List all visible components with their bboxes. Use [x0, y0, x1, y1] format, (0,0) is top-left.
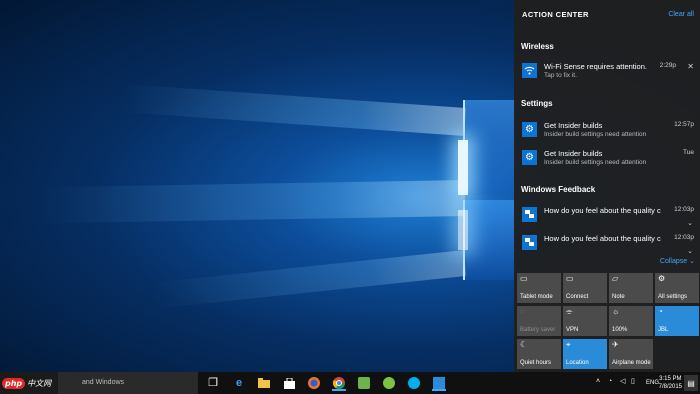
collapse-label: Collapse	[659, 258, 688, 265]
green-app-icon[interactable]	[382, 376, 396, 390]
notification-insider-builds-2[interactable]: ⚙ Get Insider builds Insider build setti…	[514, 146, 700, 170]
search-placeholder: and Windows	[82, 379, 125, 386]
notification-title: Get Insider builds	[544, 149, 603, 158]
gear-icon: ⚙	[522, 150, 537, 165]
notification-title: Wi-Fi Sense requires attention.	[544, 62, 647, 71]
quick-action-all-settings[interactable]: ⚙ All settings	[655, 273, 699, 303]
brightness-icon: ☼	[612, 307, 620, 316]
action-center-title: ACTION CENTER	[522, 10, 589, 19]
quick-action-quiet-hours[interactable]: ☾ Quiet hours	[517, 339, 561, 369]
clock-time: 3:15 PM	[659, 376, 682, 382]
quick-action-wifi[interactable]: ◔ JBL	[655, 306, 699, 336]
gear-icon: ⚙	[522, 122, 537, 137]
notification-feedback-1[interactable]: How do you feel about the quality c 12:0…	[514, 203, 700, 227]
settings-icon: ⚙	[658, 274, 666, 283]
quick-action-label: All settings	[658, 294, 688, 300]
notification-title: Get Insider builds	[544, 121, 603, 130]
quick-action-brightness[interactable]: ☼ 100%	[609, 306, 653, 336]
watermark-part2: 中文网	[27, 378, 52, 388]
notification-time: 12:57p	[674, 121, 694, 128]
notification-time: 2:29p	[659, 62, 676, 69]
notification-title: How do you feel about the quality c	[544, 206, 661, 215]
task-view-icon[interactable]: ❐	[206, 376, 220, 390]
battery-icon[interactable]: ▯	[631, 378, 635, 385]
taskbar: php 中文网 and Windows ❐ e ˄ ◔ ◁ ▯ ENG 3:15…	[0, 372, 700, 394]
clock[interactable]: 3:15 PM 7/8/2015	[659, 375, 682, 391]
wifi-icon[interactable]: ◔	[608, 378, 612, 385]
firefox-icon[interactable]	[307, 376, 321, 390]
quick-action-label: Location	[566, 360, 589, 366]
action-center-button[interactable]: ▤	[684, 375, 698, 391]
quick-action-connect[interactable]: ▭ Connect	[563, 273, 607, 303]
store-icon[interactable]	[282, 376, 296, 390]
notification-time: Tue	[683, 149, 694, 156]
watermark-part1: php	[2, 377, 26, 389]
quick-action-label: Airplane mode	[612, 360, 651, 366]
wifi-sense-icon	[522, 63, 537, 78]
close-icon[interactable]: ✕	[687, 62, 694, 71]
clock-date: 7/8/2015	[658, 384, 682, 390]
quick-action-label: Note	[612, 294, 625, 300]
quick-action-label: Quiet hours	[520, 360, 552, 366]
notification-feedback-2[interactable]: How do you feel about the quality c 12:0…	[514, 231, 700, 255]
language-indicator[interactable]: ENG	[646, 380, 659, 386]
airplane-mode-icon: ✈	[612, 340, 619, 349]
notification-title: How do you feel about the quality c	[544, 234, 661, 243]
battery-saver-icon: ◌	[520, 307, 525, 316]
notification-icon: ▤	[687, 378, 695, 388]
section-header-windows-feedback: Windows Feedback	[521, 185, 596, 194]
notification-time: 12:03p	[674, 234, 694, 241]
quiet-hours-icon: ☾	[520, 340, 528, 349]
section-header-settings: Settings	[521, 99, 553, 108]
note-icon: ▱	[612, 274, 619, 283]
green-app-icon[interactable]	[357, 376, 371, 390]
quick-action-label: Battery saver	[520, 327, 556, 333]
chevron-down-icon: ⌄	[689, 258, 695, 265]
section-header-wireless: Wireless	[521, 42, 554, 51]
action-center-panel: ACTION CENTER Clear all Wireless Wi-Fi S…	[514, 0, 700, 372]
connect-icon: ▭	[566, 274, 574, 283]
notification-body: Tap to fix it.	[544, 72, 577, 79]
tablet-mode-icon: ▭	[520, 274, 528, 283]
quick-action-note[interactable]: ▱ Note	[609, 273, 653, 303]
quick-actions-grid: ▭ Tablet mode ▭ Connect ▱ Note ⚙ All set…	[517, 273, 699, 369]
wifi-icon: ◔	[658, 307, 663, 316]
quick-action-label: JBL	[658, 327, 669, 333]
collapse-button[interactable]: Collapse ⌄	[660, 257, 695, 265]
location-icon: ⌖	[566, 340, 571, 349]
chevron-up-icon[interactable]: ˄	[596, 378, 600, 385]
quick-action-battery-saver[interactable]: ◌ Battery saver	[517, 306, 561, 336]
quick-action-location[interactable]: ⌖ Location	[563, 339, 607, 369]
notification-body: Insider build settings need attention	[544, 131, 647, 138]
file-explorer-icon[interactable]	[257, 376, 271, 390]
clear-all-link[interactable]: Clear all	[668, 11, 694, 18]
blue-app-icon[interactable]	[432, 376, 446, 391]
search-box[interactable]: and Windows	[58, 372, 198, 394]
chrome-icon[interactable]	[332, 376, 346, 391]
feedback-icon	[522, 235, 537, 250]
notification-time: 12:03p	[674, 206, 694, 213]
quick-action-label: Tablet mode	[520, 294, 553, 300]
skype-icon[interactable]	[407, 376, 421, 390]
notification-body: Insider build settings need attention	[544, 159, 647, 166]
chevron-down-icon[interactable]: ⌄	[687, 219, 693, 227]
quick-action-label: 100%	[612, 327, 628, 333]
notification-insider-builds-1[interactable]: ⚙ Get Insider builds Insider build setti…	[514, 118, 700, 142]
quick-action-vpn[interactable]: ⌯ VPN	[563, 306, 607, 336]
quick-action-label: Connect	[566, 294, 589, 300]
volume-icon[interactable]: ◁	[620, 378, 625, 385]
vpn-icon: ⌯	[566, 307, 573, 316]
notification-wifi-sense[interactable]: Wi-Fi Sense requires attention. Tap to f…	[514, 59, 700, 83]
site-watermark-logo: php 中文网	[2, 376, 51, 390]
feedback-icon	[522, 207, 537, 222]
quick-action-tablet-mode[interactable]: ▭ Tablet mode	[517, 273, 561, 303]
start-button[interactable]: php 中文网	[0, 372, 58, 394]
chevron-down-icon[interactable]: ⌄	[687, 247, 693, 255]
edge-icon[interactable]: e	[232, 376, 246, 390]
quick-action-label: VPN	[566, 327, 579, 333]
quick-action-airplane-mode[interactable]: ✈ Airplane mode	[609, 339, 653, 369]
